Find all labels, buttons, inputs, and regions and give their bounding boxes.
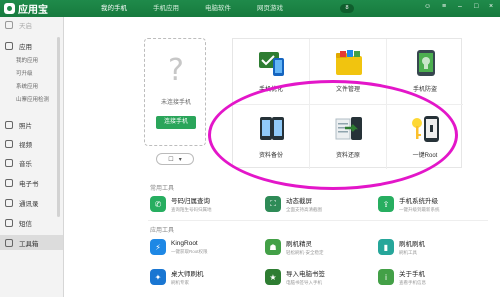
sidebar-device-label: 天启 [19,22,32,30]
tool-title: 刷机刷机 [399,241,425,248]
sidebar-item-contacts[interactable]: 通讯录 [0,195,63,210]
info-icon: i [378,269,394,285]
tool-desc: 一键升级到最新系统 [399,207,440,212]
sidebar-item-label: 通讯录 [19,200,39,208]
sidebar-item-photos[interactable]: 照片 [0,117,63,132]
sidebar-item-toolbox[interactable]: 工具箱 [0,235,63,250]
sidebar-item-music[interactable]: 音乐 [0,155,63,170]
sidebar-item-ebook[interactable]: 电子书 [0,175,63,190]
bookmark-icon: ★ [265,269,281,285]
sidebar: 天启 应用 我的应用 可升级 系统应用 山寨应用检测 照片 视频 音乐 电子书 … [0,17,64,297]
connection-status: 未连接手机 [160,100,191,106]
sidebar-sub-my-apps[interactable]: 我的应用 [16,56,38,64]
phone-outline-icon: ☐ [168,156,174,163]
sidebar-item-label: 工具箱 [19,240,39,248]
connect-phone-button[interactable]: 连接手机 [156,116,196,129]
sidebar-item-apps[interactable]: 应用 [0,38,63,53]
tool-title: 桌大师刷机 [171,271,204,278]
tool-flash-phone[interactable]: ▮ 刷机刷机刷机工具 [378,236,425,258]
chevron-down-icon: ▾ [178,156,182,163]
kingroot-icon: ⚡ [150,239,166,255]
device-dropdown[interactable]: ☐ ▾ [156,153,194,165]
close-icon[interactable]: × [489,3,493,10]
tool-title: 动态截屏 [286,198,312,205]
tool-title: 刷机精灵 [286,241,312,248]
connect-phone-panel: ? 未连接手机 连接手机 [144,38,206,146]
sidebar-item-label: 视频 [19,141,32,149]
sidebar-item-label: 应用 [19,43,32,51]
tool-desc: 一键获取Root权限 [171,248,208,254]
app-logo-icon [4,3,15,14]
tool-desc: 查看手机信息 [399,280,426,285]
question-mark-icon: ? [168,53,184,88]
sidebar-item-label: 照片 [19,122,32,130]
tool-desc: 刷机工具 [399,250,417,255]
tool-desc: 全面支持高清截图 [286,207,322,212]
photo-icon [5,120,13,129]
flash-icon: ▮ [378,239,394,255]
tool-title: KingRoot [171,239,198,247]
desk-master-icon: ✦ [150,269,166,285]
sidebar-sub-system-apps[interactable]: 系统应用 [16,82,38,90]
sms-icon [5,218,13,227]
section-title-common: 常用工具 [150,186,175,192]
top-bar: 应用宝 我的手机 手机应用 电脑软件 网页游戏 8 ☺ ≡ – □ × [0,0,500,17]
tool-desc: 电脑书签导入手机 [286,280,322,285]
tool-kingroot[interactable]: ⚡ KingRoot 一键获取Root权限 [150,236,208,258]
minimize-icon[interactable]: – [458,3,462,10]
tool-desc: 查询陌生号码归属地 [171,207,212,212]
tool-title: 关于手机 [399,271,425,278]
sidebar-scrollbar[interactable] [57,37,60,217]
app-name: 应用宝 [18,5,48,16]
apps-icon [5,41,13,50]
sidebar-sub-fake-app-check[interactable]: 山寨应用检测 [16,95,49,103]
sidebar-item-label: 短信 [19,220,32,228]
notification-badge[interactable]: 8 [340,4,354,13]
book-icon [5,178,13,187]
screenshot-icon: ⛶ [265,196,281,212]
sidebar-item-video[interactable]: 视频 [0,136,63,151]
tab-pc-software[interactable]: 电脑软件 [192,0,244,17]
upgrade-icon: ⇪ [378,196,394,212]
user-icon[interactable]: ☺ [424,3,431,10]
annotation-ellipse [208,80,458,190]
section-divider [148,220,488,221]
tab-my-phone[interactable]: 我的手机 [88,0,140,17]
folder-icon [336,50,362,75]
section-title-apps: 应用工具 [150,228,175,234]
sidebar-item-label: 电子书 [19,180,39,188]
sidebar-item-label: 音乐 [19,160,32,168]
tool-about-phone[interactable]: i 关于手机查看手机信息 [378,266,426,288]
sidebar-sub-upgradable[interactable]: 可升级 [16,69,33,77]
app-logo: 应用宝 [4,2,48,16]
android-lock-icon [417,50,435,76]
tool-title: 号码归属查询 [171,198,210,205]
android-icon: ☗ [265,239,281,255]
phone-icon [5,20,13,29]
tool-title: 手机系统升级 [399,198,438,205]
toolbox-icon [5,238,13,247]
tab-phone-apps[interactable]: 手机应用 [140,0,192,17]
tab-web-games[interactable]: 网页游戏 [244,0,296,17]
main-tabs: 我的手机 手机应用 电脑软件 网页游戏 [88,0,296,17]
tool-number-lookup[interactable]: ✆ 号码归属查询 查询陌生号码归属地 [150,193,212,215]
tool-desc: 刷机专家 [171,280,189,285]
tool-title: 导入电脑书签 [286,271,325,278]
tool-desc: 轻松刷机·安全稳定 [286,250,324,255]
tool-screenshot[interactable]: ⛶ 动态截屏全面支持高清截图 [265,193,322,215]
menu-icon[interactable]: ≡ [442,3,446,10]
tool-import-bookmarks[interactable]: ★ 导入电脑书签 电脑书签导入手机 [265,266,325,288]
video-icon [5,139,13,148]
music-icon [5,158,13,167]
tool-desk-master[interactable]: ✦ 桌大师刷机刷机专家 [150,266,204,288]
tool-flash-wizard[interactable]: ☗ 刷机精灵轻松刷机·安全稳定 [265,236,324,258]
maximize-icon[interactable]: □ [474,3,478,10]
contacts-icon [5,198,13,207]
tool-system-upgrade[interactable]: ⇪ 手机系统升级 一键升级到最新系统 [378,193,440,215]
sidebar-item-device[interactable]: 天启 [0,17,63,32]
sidebar-item-sms[interactable]: 短信 [0,215,63,230]
optimize-icon [259,52,284,76]
phone-call-icon: ✆ [150,196,166,212]
